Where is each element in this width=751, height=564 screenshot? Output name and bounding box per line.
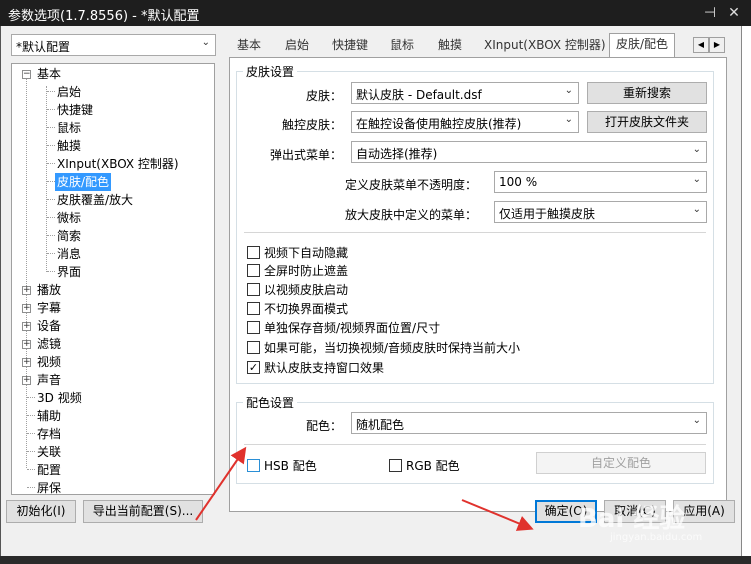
arrow-to-hsb (195, 446, 247, 521)
annotation-arrows (195, 446, 534, 531)
watermark-url: jingyan.baidu.com (610, 532, 703, 543)
background-window-edge (741, 26, 751, 556)
watermark-logo: Bai 经验 (578, 504, 686, 534)
arrow-to-ok (461, 499, 534, 531)
taskbar-edge (0, 556, 751, 564)
